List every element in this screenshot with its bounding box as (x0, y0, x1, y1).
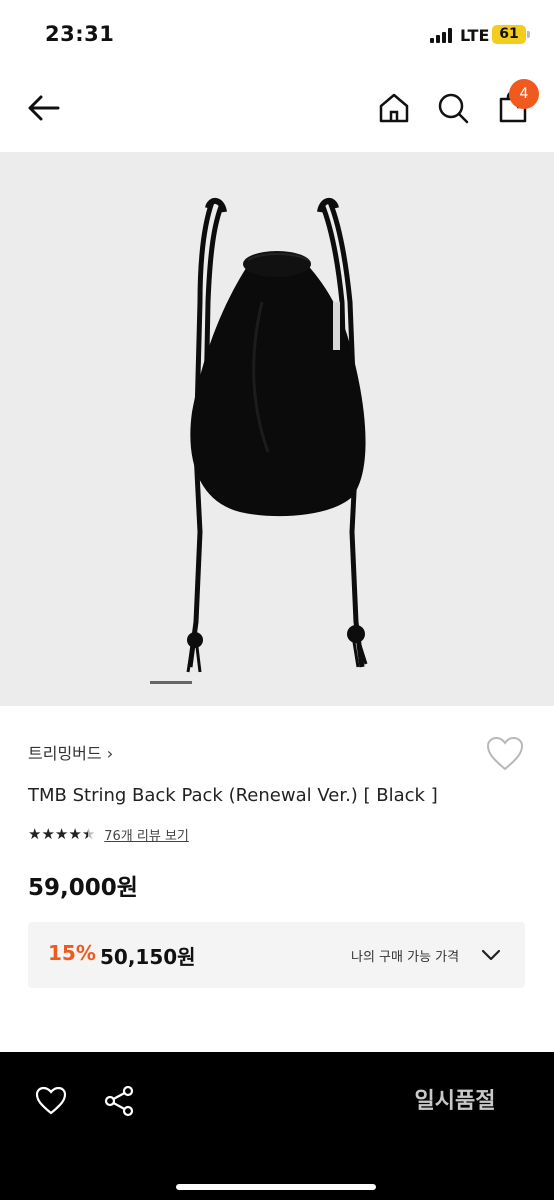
heart-icon[interactable] (34, 1084, 68, 1118)
sale-price: 50,150원 (100, 945, 196, 969)
brand-name: 트리밍버드 (28, 744, 102, 763)
slide-indicator (150, 681, 192, 684)
home-icon[interactable] (376, 90, 412, 126)
star-icon: ★ (54, 825, 68, 843)
product-image-gallery[interactable] (0, 152, 554, 706)
star-icon: ★ (68, 825, 81, 843)
signal-icon (430, 28, 454, 43)
search-icon[interactable] (435, 90, 471, 126)
review-link[interactable]: 76개 리뷰 보기 (104, 825, 189, 844)
home-indicator[interactable] (176, 1184, 376, 1190)
my-price-label: 나의 구매 가능 가격 (351, 950, 460, 965)
network-label: LTE (460, 26, 490, 45)
share-icon[interactable] (102, 1084, 136, 1118)
star-icon: ★ (41, 825, 54, 843)
original-price: 59,000원 (28, 875, 138, 901)
brand-link[interactable]: 트리밍버드 › (28, 740, 113, 764)
bottom-action-bar: 일시품절 (0, 1052, 554, 1200)
product-image (186, 198, 368, 673)
product-title: TMB String Back Pack (Renewal Ver.) [ Bl… (28, 785, 438, 806)
star-icon: ★ (28, 825, 41, 843)
cart-count-badge: 4 (509, 79, 539, 109)
battery-icon: 61 (492, 25, 526, 44)
status-bar: 23:31 LTE 61 (0, 0, 554, 70)
battery-tip (527, 31, 530, 38)
heart-icon[interactable] (485, 735, 525, 773)
status-time: 23:31 (45, 22, 115, 46)
star-half-icon: ★ (81, 825, 95, 843)
rating-stars: ★ ★ ★ ★ ★ (28, 825, 95, 843)
back-arrow-icon[interactable] (26, 90, 62, 126)
chevron-right-icon: › (106, 744, 114, 763)
discount-rate: 15% (48, 941, 96, 965)
sold-out-button[interactable]: 일시품절 (380, 1080, 530, 1124)
chevron-down-icon (481, 949, 501, 961)
my-price-box[interactable]: 15% 50,150원 나의 구매 가능 가격 (28, 922, 525, 988)
rating-row: ★ ★ ★ ★ ★ 76개 리뷰 보기 (28, 824, 189, 844)
top-nav-bar (0, 70, 554, 152)
